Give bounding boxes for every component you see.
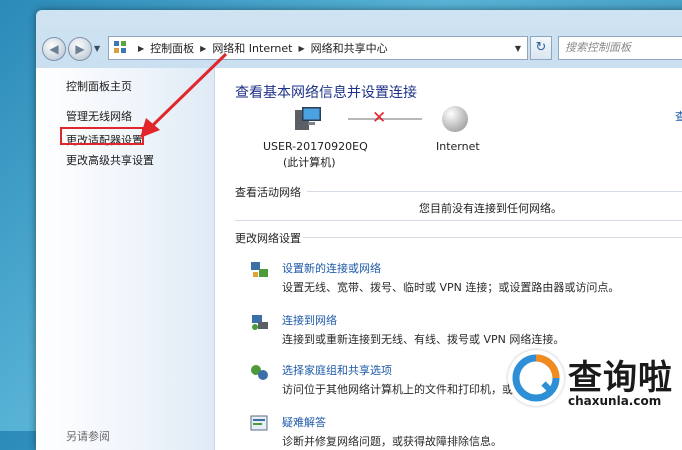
breadcrumb-separator[interactable]: ▶ [299,44,305,53]
task-connect-network-desc: 连接到或重新连接到无线、有线、拨号或 VPN 网络连接。 [282,333,565,346]
change-settings-heading: 更改网络设置 [235,232,301,245]
disconnected-x-icon[interactable]: ✕ [372,108,386,128]
sidebar-item-manage-wireless[interactable]: 管理无线网络 [66,108,132,124]
troubleshoot-icon [250,415,268,431]
connect-network-icon [252,315,268,330]
breadcrumb-network-sharing-center[interactable]: 网络和共享中心 [311,40,388,56]
watermark: 查询啦 chaxunla.com [504,346,682,416]
no-connection-message: 您目前没有连接到任何网络。 [419,202,562,215]
homegroup-icon [251,365,268,380]
forward-button[interactable]: ▶ [68,37,92,61]
computer-icon[interactable] [293,104,323,134]
back-button[interactable]: ◀ [42,37,66,61]
computer-sublabel: (此计算机) [283,156,336,169]
control-panel-icon [114,41,128,55]
section-divider [307,191,682,192]
task-troubleshoot-link[interactable]: 疑难解答 [282,414,326,430]
breadcrumb-control-panel[interactable]: 控制面板 [150,40,194,56]
search-input[interactable]: 搜索控制面板 [558,36,682,60]
task-new-connection-desc: 设置无线、宽带、拨号、临时或 VPN 连接；或设置路由器或访问点。 [282,281,620,294]
address-dropdown-icon[interactable]: ▼ [515,44,521,53]
refresh-button[interactable]: ↻ [530,36,552,60]
section-divider [235,220,682,221]
sidebar-item-control-panel-home[interactable]: 控制面板主页 [66,78,132,94]
active-networks-heading: 查看活动网络 [235,186,301,199]
view-full-map-link[interactable]: 查 [675,108,682,124]
annotation-highlight-box [60,127,144,145]
sidebar-item-advanced-sharing[interactable]: 更改高级共享设置 [66,152,154,168]
recent-pages-dropdown[interactable]: ▼ [94,42,104,56]
watermark-url: chaxunla.com [568,394,662,408]
page-title: 查看基本网络信息并设置连接 [235,85,417,101]
task-new-connection-link[interactable]: 设置新的连接或网络 [282,260,381,276]
task-homegroup-link[interactable]: 选择家庭组和共享选项 [282,362,392,378]
computer-name: USER-20170920EQ [263,140,368,153]
task-connect-network-link[interactable]: 连接到网络 [282,312,337,328]
task-homegroup-desc: 访问位于其他网络计算机上的文件和打印机，或 [282,383,513,396]
watermark-brand: 查询啦 [568,358,673,398]
section-divider [303,237,682,238]
navigation-bar: ◀ ▶ ▼ ▶ 控制面板 ▶ 网络和 Internet ▶ 网络和共享中心 ▼ … [36,32,682,64]
breadcrumb-separator[interactable]: ▶ [200,44,206,53]
see-also-heading: 另请参阅 [66,430,110,443]
breadcrumb-separator[interactable]: ▶ [138,44,144,53]
internet-label: Internet [436,140,480,153]
breadcrumb-network-internet[interactable]: 网络和 Internet [212,40,292,56]
sidebar: 控制面板主页 管理无线网络 更改适配器设置 更改高级共享设置 另请参阅 [36,68,215,450]
task-troubleshoot-desc: 诊断并修复网络问题，或获得故障排除信息。 [282,435,502,448]
address-bar[interactable]: ▶ 控制面板 ▶ 网络和 Internet ▶ 网络和共享中心 ▼ [108,36,528,60]
watermark-logo [508,350,564,406]
internet-globe-icon[interactable] [442,106,468,132]
new-connection-icon [251,262,268,277]
